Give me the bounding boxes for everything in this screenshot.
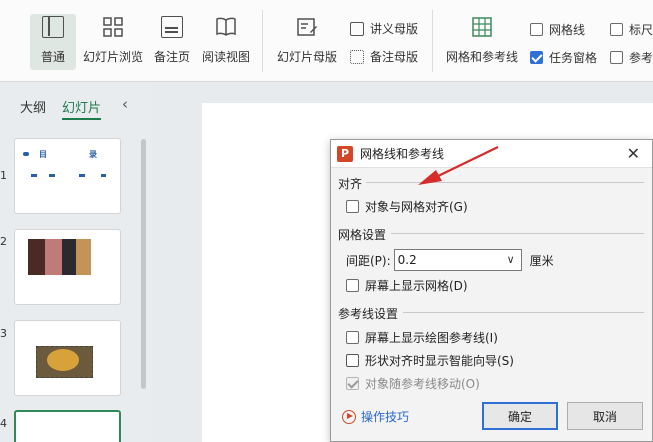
notes-page-button[interactable]: 备注页 — [150, 14, 194, 70]
ribbon-divider — [262, 10, 263, 72]
show-grid-option[interactable]: 屏幕上显示网格(D) — [346, 277, 468, 294]
tips-link[interactable]: 操作技巧 — [342, 408, 409, 425]
grid-section-label: 网格设置 — [338, 228, 387, 242]
drawing-guides-checkbox[interactable] — [346, 331, 359, 344]
panel-tabs: 大纲 幻灯片 — [20, 97, 102, 120]
slide-thumbnail-4[interactable] — [14, 410, 121, 442]
cancel-button[interactable]: 取消 — [567, 402, 643, 430]
slide-number: 3 — [0, 327, 7, 340]
thumb-image — [28, 239, 45, 275]
tab-outline[interactable]: 大纲 — [20, 97, 46, 120]
drawing-guides-option[interactable]: 屏幕上显示绘图参考线(I) — [346, 329, 498, 346]
spacing-label: 间距(P): — [346, 253, 391, 268]
slide-number: 2 — [0, 235, 7, 248]
normal-view-icon — [42, 16, 64, 38]
guides-check-box[interactable] — [610, 51, 623, 64]
thumb-title-left: 目 — [39, 150, 47, 159]
thumb-text — [49, 174, 55, 177]
reading-view-icon — [215, 16, 237, 38]
thumb-image — [62, 239, 76, 275]
slide-master-icon — [296, 16, 318, 38]
guides-section-label: 参考线设置 — [338, 307, 399, 321]
dialog-title: 网格线和参考线 — [360, 147, 445, 161]
section-divider — [391, 233, 644, 234]
ruler-checkbox[interactable]: 标尺 — [610, 21, 653, 38]
tree-canopy — [47, 349, 79, 371]
section-divider — [403, 312, 644, 313]
thumb-image — [76, 239, 91, 275]
thumb-text — [101, 174, 106, 177]
snap-to-grid-option[interactable]: 对象与网格对齐(G) — [346, 198, 468, 215]
normal-view-button[interactable]: 普通 — [30, 14, 76, 70]
notes-master-icon — [350, 49, 364, 64]
align-section-label: 对齐 — [338, 177, 363, 191]
slide-sorter-icon — [102, 16, 124, 38]
smart-guides-checkbox[interactable] — [346, 354, 359, 367]
play-icon — [342, 409, 356, 424]
title-marker — [23, 152, 29, 156]
gridlines-checkbox[interactable]: 网格线 — [530, 21, 585, 38]
task-pane-checkbox[interactable]: 任务窗格 — [530, 49, 597, 66]
task-pane-check-box[interactable] — [530, 51, 543, 64]
slides-panel: 大纲 幻灯片 ‹ 1 目 录 2 3 4 — [0, 83, 152, 442]
guides-checkbox[interactable]: 参考 — [610, 49, 653, 66]
chevron-down-icon: ∨ — [506, 253, 515, 266]
tab-slides[interactable]: 幻灯片 — [62, 97, 102, 120]
ribbon-toolbar: 普通 幻灯片浏览 备注页 阅读视图 幻灯片母版 讲义母版 备注母版 网格和参考线 — [0, 0, 653, 82]
thumb-text — [79, 174, 85, 177]
panel-scrollbar[interactable] — [141, 139, 146, 389]
notes-master-button[interactable]: 备注母版 — [350, 48, 418, 65]
slide-sorter-button[interactable]: 幻灯片浏览 — [82, 14, 144, 70]
ribbon-divider — [432, 10, 433, 72]
move-with-guides-checkbox — [346, 377, 359, 390]
slide-thumbnail-1[interactable]: 目 录 — [14, 138, 121, 214]
ok-button[interactable]: 确定 — [482, 402, 558, 430]
reading-view-button[interactable]: 阅读视图 — [200, 14, 252, 70]
spacing-value: 0.2 — [397, 253, 417, 267]
slide-thumbnail-3[interactable] — [14, 320, 121, 396]
grid-guides-dialog: P 网格线和参考线 ✕ 对齐 对象与网格对齐(G) 网格设置 间距(P): 0.… — [330, 139, 653, 442]
snap-to-grid-checkbox[interactable] — [346, 200, 359, 213]
move-with-guides-option: 对象随参考线移动(O) — [346, 375, 480, 392]
slide-number: 4 — [0, 417, 7, 430]
thumb-image — [45, 239, 62, 275]
show-grid-checkbox[interactable] — [346, 279, 359, 292]
handout-master-button[interactable]: 讲义母版 — [350, 20, 418, 37]
app-logo-icon: P — [337, 145, 353, 162]
ruler-check-box[interactable] — [610, 23, 623, 36]
grid-guides-icon — [471, 16, 493, 38]
handout-master-icon — [350, 21, 364, 36]
slide-master-button[interactable]: 幻灯片母版 — [275, 14, 339, 70]
chevron-left-icon[interactable]: ‹ — [122, 95, 128, 113]
dialog-titlebar[interactable]: P 网格线和参考线 ✕ — [331, 140, 652, 168]
close-icon[interactable]: ✕ — [627, 144, 640, 163]
thumb-title-right: 录 — [89, 150, 97, 159]
smart-guides-option[interactable]: 形状对齐时显示智能向导(S) — [346, 352, 514, 369]
grid-guides-button[interactable]: 网格和参考线 — [444, 14, 520, 70]
gridlines-check-box[interactable] — [530, 23, 543, 36]
spacing-row: 间距(P): 0.2 ∨ 厘米 — [346, 249, 554, 271]
thumb-text — [31, 174, 37, 177]
slide-number: 1 — [0, 169, 7, 182]
notes-page-icon — [161, 16, 183, 38]
spacing-select[interactable]: 0.2 ∨ — [393, 249, 522, 271]
thumb-image — [36, 346, 93, 378]
spacing-unit: 厘米 — [529, 253, 554, 268]
section-divider — [366, 182, 644, 183]
slide-thumbnail-2[interactable] — [14, 229, 121, 305]
